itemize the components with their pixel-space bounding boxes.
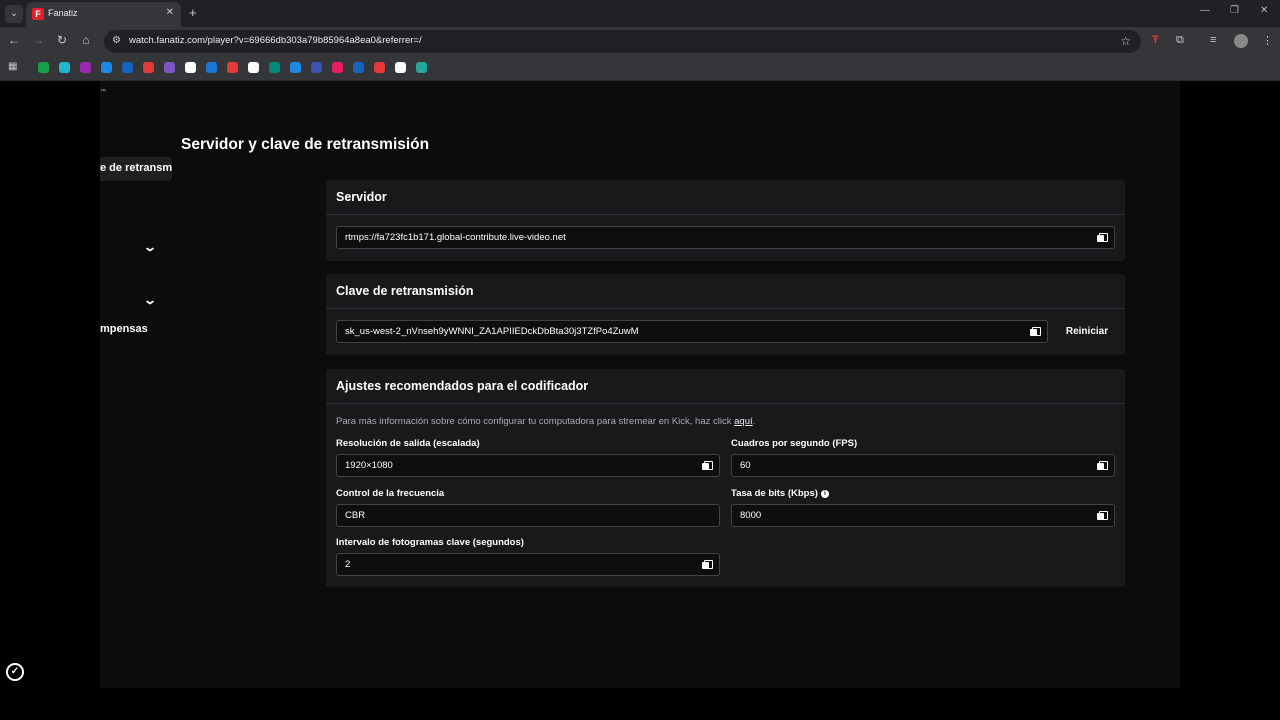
media-controls-icon[interactable]: ≡ [1210, 34, 1216, 46]
window-close-icon[interactable]: ✕ [1260, 5, 1268, 16]
stream-key-value: sk_us-west-2_nVnseh9yWNNI_ZA1APIIEDckDbB… [345, 326, 639, 337]
stream-key-card: Clave de retransmisión sk_us-west-2_nVns… [326, 274, 1125, 355]
bookmark-favicon-icon[interactable] [185, 62, 196, 73]
bitrate-value: 8000 [740, 510, 762, 521]
url-text[interactable]: watch.fanatiz.com/player?v=69666db303a79… [129, 35, 422, 46]
resolution-field[interactable]: 1920×1080 [336, 454, 720, 477]
bookmarks-bar: ▦ [0, 56, 1280, 81]
rate-control-label: Control de la frecuencia [336, 488, 445, 499]
tab-close-icon[interactable]: ✕ [166, 7, 174, 18]
home-icon[interactable]: ⌂ [78, 33, 94, 47]
bookmark-favicon-icon[interactable] [311, 62, 322, 73]
bookmark-favicon-icon[interactable] [122, 62, 133, 73]
fps-label: Cuadros por segundo (FPS) [731, 438, 858, 449]
chevron-down-icon[interactable]: ⌄ [143, 293, 157, 307]
help-link[interactable]: aquí [734, 416, 753, 427]
bitrate-field[interactable]: 8000 [731, 504, 1115, 527]
rate-control-field[interactable]: CBR [336, 504, 720, 527]
bookmark-favicon-icon[interactable] [206, 62, 217, 73]
info-prefix: Para más información sobre cómo configur… [336, 416, 735, 427]
profile-avatar[interactable] [1234, 34, 1248, 48]
reset-key-button[interactable]: Reiniciar [1056, 320, 1118, 343]
minimize-icon[interactable]: — [1200, 5, 1210, 16]
keyframe-value: 2 [345, 559, 351, 570]
rate-control-value: CBR [345, 510, 366, 521]
copy-icon[interactable] [1097, 233, 1108, 242]
bookmark-favicon-icon[interactable] [269, 62, 280, 73]
resolution-value: 1920×1080 [345, 460, 393, 471]
keyframe-label: Intervalo de fotogramas clave (segundos) [336, 537, 524, 548]
chevron-down-icon[interactable]: ⌄ [143, 240, 157, 254]
maximize-icon[interactable]: ❐ [1230, 5, 1239, 16]
info-icon[interactable]: i [820, 490, 829, 498]
stream-key-field[interactable]: sk_us-west-2_nVnseh9yWNNI_ZA1APIIEDckDbB… [336, 320, 1048, 343]
fps-field[interactable]: 60 [731, 454, 1115, 477]
bookmark-favicon-icon[interactable] [38, 62, 49, 73]
encoder-settings-card: Ajustes recomendados para el codificador… [326, 369, 1125, 587]
bookmark-favicon-icon[interactable] [374, 62, 385, 73]
bookmark-favicon-icon[interactable] [395, 62, 406, 73]
fanatiz-favicon-icon: F [32, 8, 44, 20]
back-icon[interactable]: ← [6, 33, 22, 47]
copy-icon[interactable] [702, 461, 713, 470]
bookmark-favicon-icon[interactable] [227, 62, 238, 73]
encoder-info-text: Para más información sobre cómo configur… [336, 416, 755, 427]
server-heading: Servidor [326, 180, 1125, 215]
menu-kebab-icon[interactable]: ⋮ [1262, 34, 1273, 47]
forward-icon[interactable]: → [30, 33, 46, 47]
browser-tabstrip: ⌄ F Fanatiz ✕ + — ❐ ✕ [0, 0, 1280, 27]
bookmark-favicon-icon[interactable] [353, 62, 364, 73]
page-content: ™ e de retransm ⌄ ⌄ mpensas Servidor y c… [100, 81, 1180, 688]
bookmark-favicon-icon[interactable] [248, 62, 259, 73]
bookmark-favicon-icon[interactable] [416, 62, 427, 73]
new-tab-icon[interactable]: + [189, 5, 197, 20]
server-url-field[interactable]: rtmps://fa723fc1b171.global-contribute.l… [336, 226, 1115, 249]
copy-icon[interactable] [1030, 327, 1041, 336]
bookmark-favicon-icon[interactable] [80, 62, 91, 73]
page-title: Servidor y clave de retransmisión [181, 136, 430, 153]
bookmark-favicon-icon[interactable] [332, 62, 343, 73]
reload-icon[interactable]: ↻ [54, 33, 70, 47]
bookmark-favicon-icon[interactable] [101, 62, 112, 73]
tiny-mark: ™ [100, 89, 106, 95]
copy-icon[interactable] [1097, 461, 1108, 470]
tab-search-chevron-icon[interactable]: ⌄ [5, 5, 23, 23]
copy-icon[interactable] [702, 560, 713, 569]
bitrate-label: Tasa de bits (Kbps) i [731, 488, 829, 499]
encoder-heading: Ajustes recomendados para el codificador [326, 369, 1125, 404]
stream-key-heading: Clave de retransmisión [326, 274, 1125, 309]
bookmark-favicon-icon[interactable] [290, 62, 301, 73]
bitrate-label-text: Tasa de bits (Kbps) [731, 488, 818, 499]
address-bar[interactable]: ⚙ watch.fanatiz.com/player?v=69666db303a… [104, 30, 1141, 53]
site-info-icon[interactable]: ⚙ [112, 35, 121, 46]
browser-toolbar: ← → ↻ ⌂ ⚙ watch.fanatiz.com/player?v=696… [0, 27, 1280, 56]
info-suffix: . [752, 416, 756, 427]
sidebar-tooltip: e de retransm [100, 157, 172, 181]
bookmark-star-icon[interactable]: ☆ [1120, 34, 1131, 48]
copy-icon[interactable] [1097, 511, 1108, 520]
tab-title: Fanatiz [48, 8, 78, 18]
server-card: Servidor rtmps://fa723fc1b171.global-con… [326, 180, 1125, 261]
keyframe-field[interactable]: 2 [336, 553, 720, 576]
bookmark-favicon-icon[interactable] [143, 62, 154, 73]
sidebar-item-label[interactable]: mpensas [100, 323, 148, 335]
bookmark-favicon-icon[interactable] [59, 62, 70, 73]
extensions-puzzle-icon[interactable]: ⧉ [1176, 34, 1184, 47]
fps-value: 60 [740, 460, 751, 471]
bookmark-favicon-icon[interactable] [164, 62, 175, 73]
apps-grid-icon[interactable]: ▦ [8, 61, 19, 72]
resolution-label: Resolución de salida (escalada) [336, 438, 480, 449]
help-badge-icon[interactable]: ✓ [6, 663, 24, 681]
browser-tab[interactable]: F Fanatiz ✕ [26, 2, 181, 27]
extension-red-icon[interactable]: Ŧ [1152, 34, 1159, 46]
server-url-value: rtmps://fa723fc1b171.global-contribute.l… [345, 232, 566, 243]
